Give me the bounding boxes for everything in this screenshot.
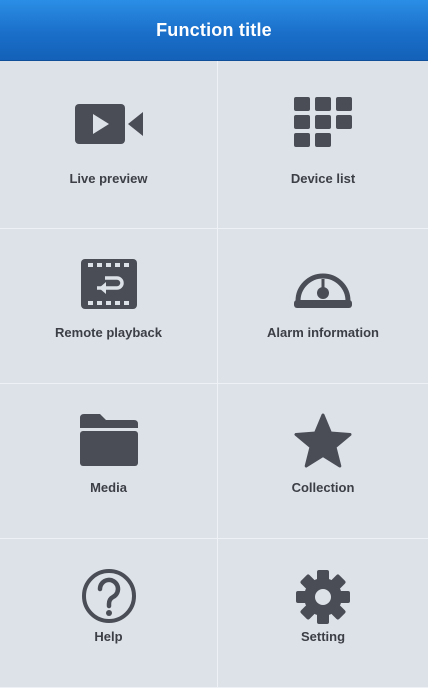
menu-item-help[interactable]: Help: [0, 539, 218, 688]
menu-item-remote-playback[interactable]: Remote playback: [0, 229, 218, 384]
menu-item-label: Live preview: [69, 171, 148, 186]
app-screen: Function title Live preview Device list …: [0, 0, 428, 688]
menu-item-label: Media: [90, 480, 127, 495]
menu-item-collection[interactable]: Collection: [218, 384, 428, 539]
film-replay-icon: [79, 257, 139, 311]
grid-icon: [292, 95, 354, 149]
menu-item-media[interactable]: Media: [0, 384, 218, 539]
menu-item-label: Alarm information: [267, 325, 379, 340]
menu-item-device-list[interactable]: Device list: [218, 61, 428, 229]
page-title: Function title: [156, 19, 272, 40]
menu-item-setting[interactable]: Setting: [218, 539, 428, 688]
menu-item-label: Help: [94, 629, 123, 644]
menu-item-label: Setting: [300, 629, 346, 644]
star-icon: [292, 412, 354, 470]
title-bar: Function title: [0, 0, 428, 60]
menu-item-alarm-information[interactable]: Alarm information: [218, 229, 428, 384]
video-camera-icon: [73, 101, 145, 147]
menu-item-label: Remote playback: [55, 325, 162, 340]
menu-item-label: Collection: [291, 480, 355, 495]
help-icon: [80, 567, 138, 625]
folder-icon: [78, 412, 140, 468]
function-grid: Live preview Device list Remote playback…: [0, 61, 428, 688]
menu-item-label: Device list: [290, 171, 356, 186]
menu-item-live-preview[interactable]: Live preview: [0, 61, 218, 229]
dome-camera-icon: [292, 257, 354, 311]
gear-icon: [293, 567, 353, 627]
